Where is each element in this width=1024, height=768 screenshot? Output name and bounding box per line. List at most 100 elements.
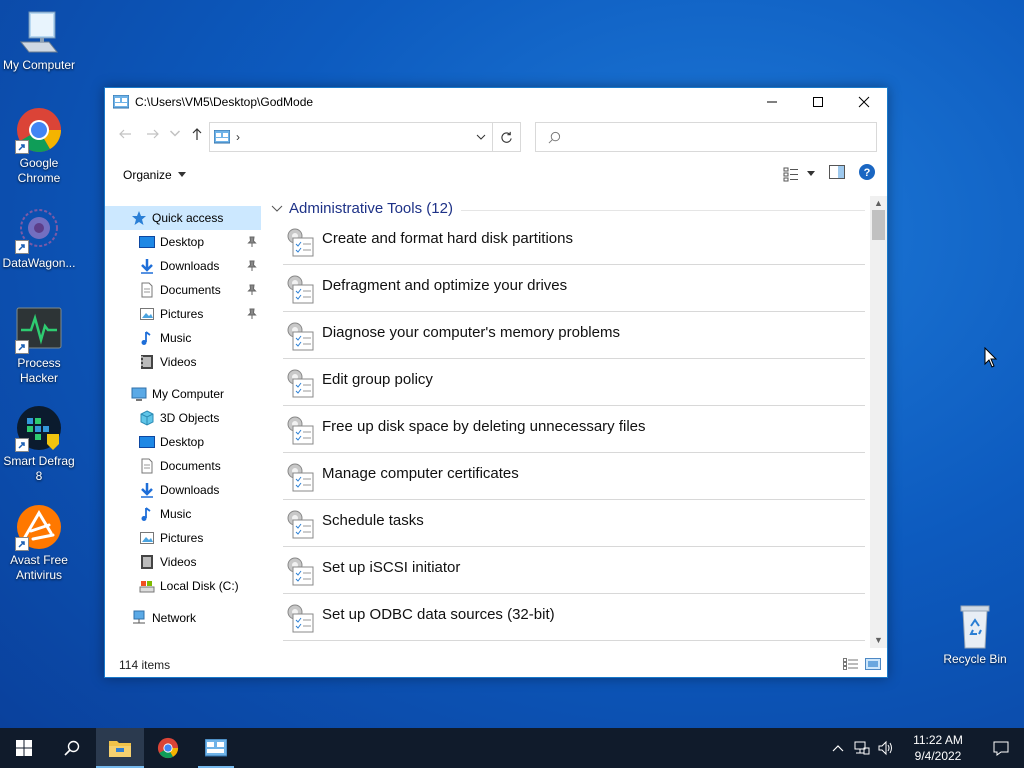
nav-quick-desktop[interactable]: Desktop [105, 230, 261, 254]
pin-icon[interactable] [247, 236, 257, 248]
forward-button[interactable] [141, 122, 165, 146]
list-item[interactable]: Manage computer certificates [283, 453, 865, 500]
network-tray-button[interactable] [850, 728, 874, 768]
nav-quick-downloads[interactable]: Downloads [105, 254, 261, 278]
address-history-dropdown[interactable] [470, 123, 492, 151]
show-hidden-icons-button[interactable] [826, 728, 850, 768]
scroll-thumb[interactable] [872, 210, 885, 240]
nav-label: Documents [160, 459, 221, 473]
clock[interactable]: 11:22 AM 9/4/2022 [898, 732, 978, 764]
file-list: Administrative Tools (12) Create and for… [265, 196, 875, 648]
search-input[interactable] [567, 130, 867, 144]
computer-icon [15, 8, 63, 56]
nav-quick-access[interactable]: Quick access [105, 206, 261, 230]
pin-icon[interactable] [247, 308, 257, 320]
explorer-window[interactable]: C:\Users\VM5\Desktop\GodMode › Organize [104, 87, 888, 678]
list-item[interactable]: Create and format hard disk partitions [283, 218, 865, 265]
search-icon [64, 740, 80, 756]
shortcut-arrow-icon [15, 438, 29, 452]
list-item[interactable]: Diagnose your computer's memory problems [283, 312, 865, 359]
desktop-icon-my-computer[interactable]: My Computer [0, 8, 78, 73]
videos-icon [141, 355, 153, 369]
up-arrow-icon [192, 128, 202, 140]
back-button[interactable] [113, 122, 137, 146]
preview-pane-button[interactable] [829, 165, 845, 182]
godmode-folder-icon [113, 95, 129, 109]
nav-my-computer[interactable]: My Computer [105, 382, 261, 406]
pin-icon[interactable] [247, 260, 257, 272]
change-view-button[interactable] [783, 166, 815, 182]
volume-tray-button[interactable] [874, 728, 898, 768]
breadcrumb-chevron[interactable]: › [236, 130, 470, 144]
address-bar[interactable]: › [209, 122, 521, 152]
star-icon [132, 211, 146, 225]
nav-documents[interactable]: Documents [105, 454, 261, 478]
list-item[interactable]: Set up iSCSI initiator [283, 547, 865, 594]
file-explorer-icon [109, 741, 131, 757]
nav-label: Network [152, 611, 197, 625]
desktop-icon-google-chrome[interactable]: Google Chrome [0, 106, 78, 186]
group-header[interactable]: Administrative Tools (12) [271, 200, 453, 217]
desktop-icon-process-hacker[interactable]: Process Hacker [0, 306, 78, 386]
item-label: Set up iSCSI initiator [322, 559, 461, 576]
desktop-icon [139, 436, 155, 448]
admin-tools-icon [287, 369, 314, 398]
nav-quick-music[interactable]: Music [105, 326, 261, 350]
godmode-folder-icon [205, 739, 227, 757]
forward-arrow-icon [147, 129, 159, 139]
list-item[interactable]: Schedule tasks [283, 500, 865, 547]
nav-label: Music [160, 507, 192, 521]
title-bar[interactable]: C:\Users\VM5\Desktop\GodMode [105, 88, 887, 116]
start-button[interactable] [0, 728, 48, 768]
nav-quick-pictures[interactable]: Pictures [105, 302, 261, 326]
organize-button[interactable]: Organize [123, 168, 186, 182]
nav-desktop[interactable]: Desktop [105, 430, 261, 454]
nav-pictures[interactable]: Pictures [105, 526, 261, 550]
chrome-icon [15, 106, 63, 154]
minimize-button[interactable] [749, 88, 795, 116]
desktop-icon-smart-defrag[interactable]: Smart Defrag 8 [0, 404, 78, 484]
search-box[interactable] [535, 122, 877, 152]
list-item[interactable]: Edit group policy [283, 359, 865, 406]
list-item[interactable]: Set up ODBC data sources (32-bit) [283, 594, 865, 641]
close-button[interactable] [841, 88, 887, 116]
taskbar-search-button[interactable] [48, 728, 96, 768]
nav-quick-videos[interactable]: Videos [105, 350, 261, 374]
minimize-icon [767, 101, 777, 103]
nav-videos[interactable]: Videos [105, 550, 261, 574]
nav-music[interactable]: Music [105, 502, 261, 526]
vertical-scrollbar[interactable]: ▲ ▼ [870, 196, 887, 648]
scroll-up-arrow[interactable]: ▲ [873, 198, 884, 209]
list-item[interactable]: Free up disk space by deleting unnecessa… [283, 406, 865, 453]
nav-label: Desktop [160, 235, 205, 249]
details-view-icon[interactable] [843, 658, 859, 670]
admin-tools-icon [287, 463, 314, 492]
desktop-icon-avast[interactable]: Avast Free Antivirus [0, 503, 78, 583]
notification-icon [993, 741, 1009, 756]
chevron-down-icon [476, 134, 486, 140]
item-count: 114 items [119, 658, 171, 672]
scroll-down-arrow[interactable]: ▼ [873, 635, 884, 646]
desktop-icon-recycle-bin[interactable]: Recycle Bin [936, 602, 1014, 667]
nav-3d-objects[interactable]: 3D Objects [105, 406, 261, 430]
taskbar-godmode-window[interactable] [192, 728, 240, 768]
list-item[interactable]: Defragment and optimize your drives [283, 265, 865, 312]
nav-downloads[interactable]: Downloads [105, 478, 261, 502]
taskbar-chrome[interactable] [144, 728, 192, 768]
up-button[interactable] [185, 122, 209, 146]
desktop-icon-label: Recycle Bin [943, 652, 1007, 666]
maximize-button[interactable] [795, 88, 841, 116]
nav-network[interactable]: Network [105, 606, 261, 630]
action-center-button[interactable] [978, 728, 1024, 768]
help-button[interactable]: ? [859, 164, 875, 183]
shortcut-arrow-icon [15, 537, 29, 551]
nav-quick-documents[interactable]: Documents [105, 278, 261, 302]
large-icons-view-icon[interactable] [865, 658, 881, 670]
desktop-icon-datawagon[interactable]: DataWagon... [0, 206, 78, 271]
nav-local-disk[interactable]: Local Disk (C:) [105, 574, 261, 598]
pin-icon[interactable] [247, 284, 257, 296]
recent-locations-button[interactable] [169, 122, 181, 146]
refresh-button[interactable] [492, 123, 520, 151]
taskbar-file-explorer[interactable] [96, 728, 144, 768]
datawagon-icon [15, 206, 63, 254]
